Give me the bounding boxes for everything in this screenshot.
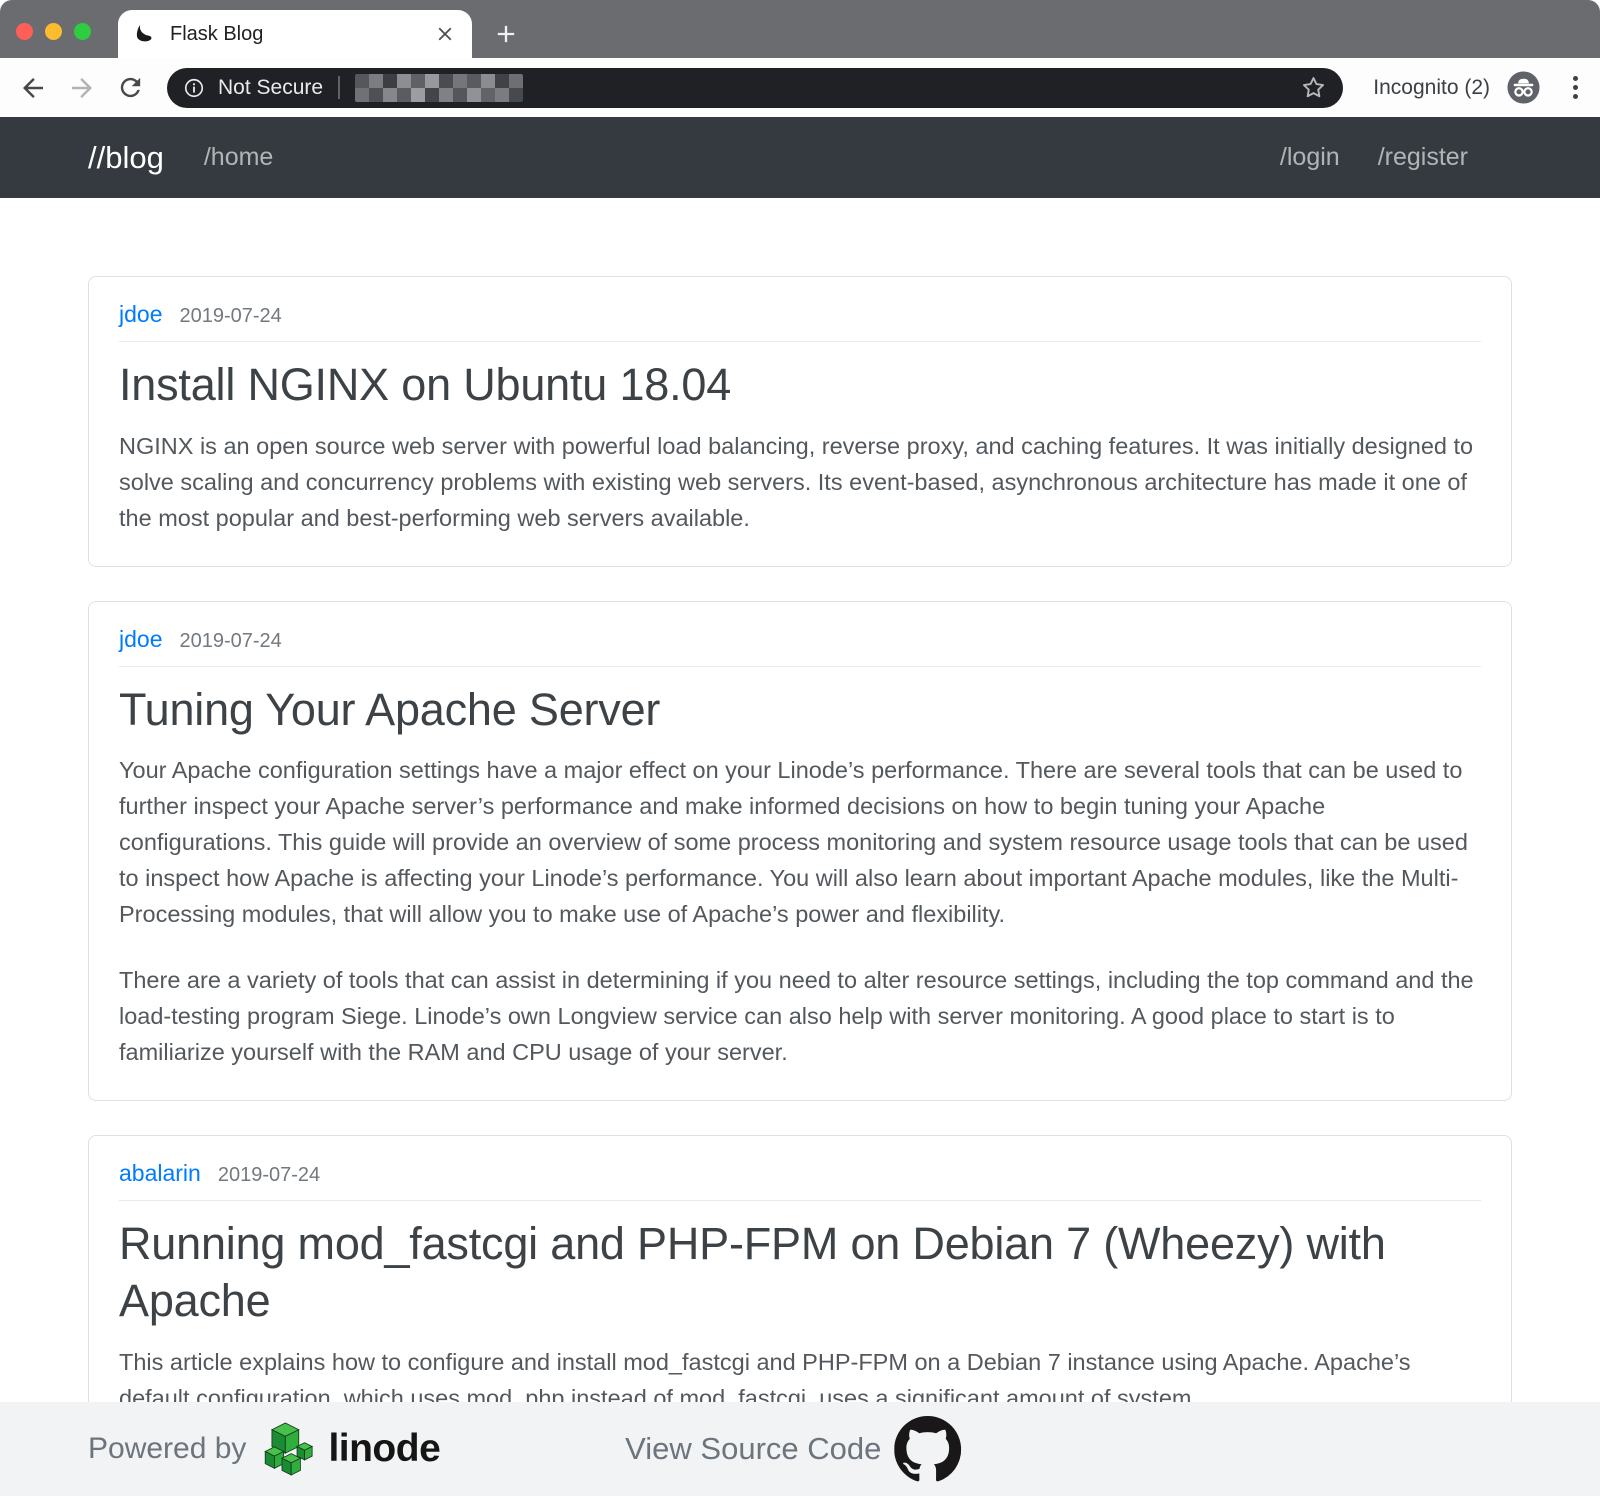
post-author-link[interactable]: jdoe [119, 626, 162, 653]
address-bar[interactable]: Not Secure [167, 68, 1343, 108]
view-source-label: View Source Code [625, 1431, 881, 1467]
github-icon [894, 1416, 961, 1483]
linode-wordmark: linode [328, 1427, 440, 1471]
post-paragraph: There are a variety of tools that can as… [119, 962, 1481, 1070]
post-meta: jdoe 2019-07-24 [119, 301, 1481, 328]
post-date: 2019-07-24 [218, 1164, 320, 1187]
post-paragraph: Your Apache configuration settings have … [119, 752, 1481, 932]
divider [119, 341, 1481, 342]
nav-link-home[interactable]: /home [204, 143, 273, 172]
redacted-url [355, 74, 523, 102]
post-body: Your Apache configuration settings have … [119, 752, 1481, 1070]
traffic-lights [16, 23, 91, 40]
post-author-link[interactable]: abalarin [119, 1160, 201, 1187]
forward-arrow-icon[interactable] [67, 73, 97, 103]
flask-favicon-icon [134, 23, 157, 46]
navbar-right: /login /register [1280, 143, 1468, 172]
view-source-link[interactable]: View Source Code [625, 1416, 961, 1483]
post-date: 2019-07-24 [179, 630, 281, 653]
maximize-window-button[interactable] [74, 23, 91, 40]
close-window-button[interactable] [16, 23, 33, 40]
post-paragraph: NGINX is an open source web server with … [119, 428, 1481, 536]
browser-titlebar: Flask Blog [0, 0, 1600, 58]
tab-title: Flask Blog [170, 23, 434, 46]
post-card: jdoe 2019-07-24 Tuning Your Apache Serve… [88, 601, 1512, 1102]
browser-toolbar: Not Secure Incognito (2) [0, 58, 1600, 117]
page-footer: Powered by [0, 1402, 1600, 1496]
security-status-label: Not Secure [218, 76, 323, 100]
divider [338, 76, 340, 99]
back-arrow-icon[interactable] [18, 73, 48, 103]
navbar-brand[interactable]: //blog [88, 140, 164, 176]
tab-close-icon[interactable] [434, 23, 456, 45]
divider [119, 666, 1481, 667]
powered-by-link[interactable]: Powered by [88, 1418, 440, 1480]
reload-icon[interactable] [116, 73, 146, 103]
incognito-icon[interactable] [1506, 70, 1541, 105]
post-date: 2019-07-24 [179, 305, 281, 328]
browser-menu-icon[interactable] [1569, 72, 1582, 103]
browser-tab[interactable]: Flask Blog [118, 10, 472, 58]
post-title: Tuning Your Apache Server [119, 682, 1481, 739]
bookmark-star-icon[interactable] [1300, 74, 1327, 101]
site-navbar: //blog /home /login /register [0, 117, 1600, 198]
powered-by-label: Powered by [88, 1432, 246, 1466]
posts-list: jdoe 2019-07-24 Install NGINX on Ubuntu … [0, 198, 1600, 1447]
linode-logo-icon [260, 1418, 314, 1480]
post-card: jdoe 2019-07-24 Install NGINX on Ubuntu … [88, 276, 1512, 567]
post-card: abalarin 2019-07-24 Running mod_fastcgi … [88, 1135, 1512, 1446]
post-meta: abalarin 2019-07-24 [119, 1160, 1481, 1187]
post-body: NGINX is an open source web server with … [119, 428, 1481, 536]
post-author-link[interactable]: jdoe [119, 301, 162, 328]
new-tab-button[interactable] [492, 20, 520, 48]
post-title: Install NGINX on Ubuntu 18.04 [119, 357, 1481, 414]
incognito-label: Incognito (2) [1373, 76, 1490, 100]
info-icon[interactable] [183, 77, 205, 99]
post-meta: jdoe 2019-07-24 [119, 626, 1481, 653]
minimize-window-button[interactable] [45, 23, 62, 40]
post-title: Running mod_fastcgi and PHP-FPM on Debia… [119, 1216, 1481, 1329]
divider [119, 1200, 1481, 1201]
nav-link-register[interactable]: /register [1378, 143, 1468, 172]
nav-link-login[interactable]: /login [1280, 143, 1340, 172]
